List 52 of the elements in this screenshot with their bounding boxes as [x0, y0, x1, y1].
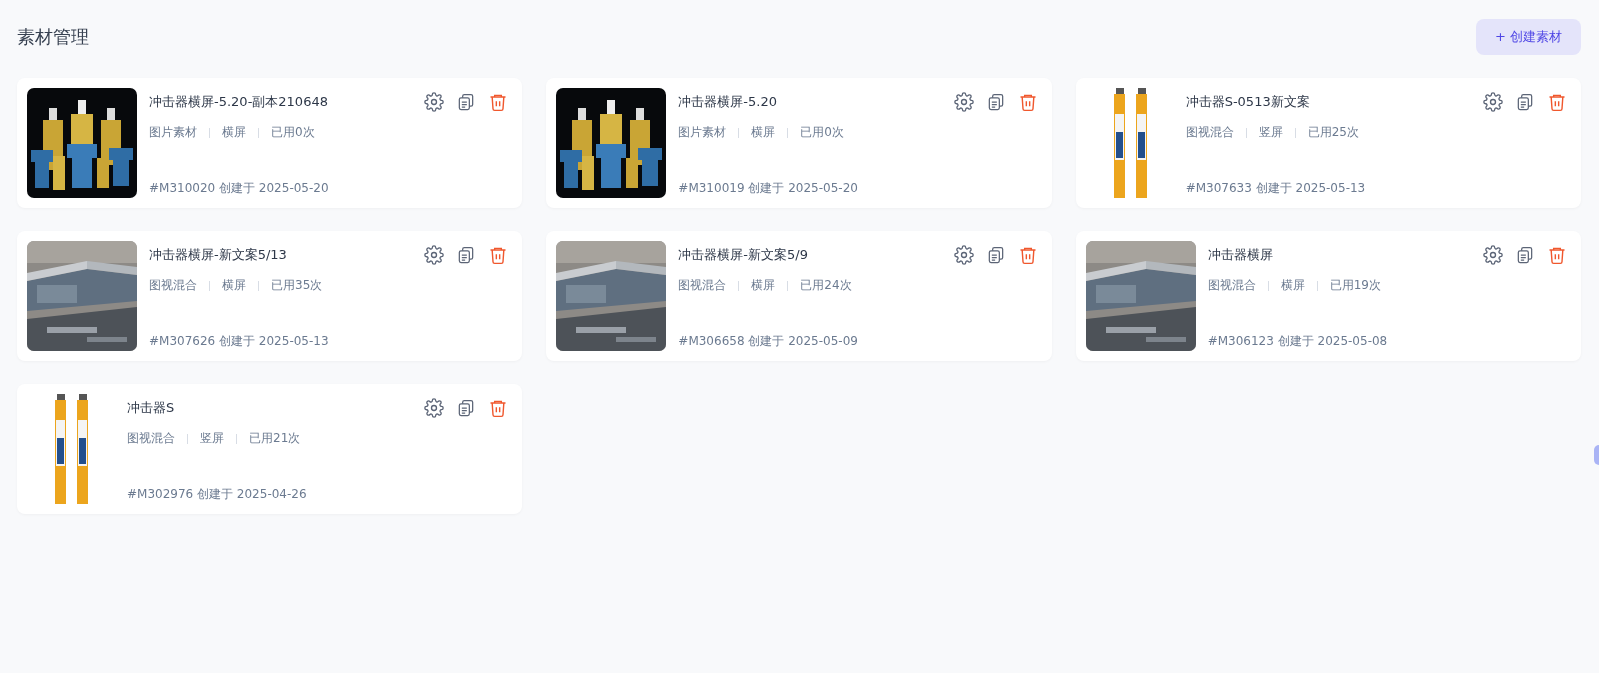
meta-text: 图视混合	[678, 277, 727, 294]
meta-text: 图视混合	[149, 277, 197, 294]
meta-text: 横屏	[222, 277, 246, 294]
card-title: 冲击器横屏	[1207, 246, 1273, 264]
card-title: 冲击器横屏-5.20	[678, 93, 777, 111]
side-handle[interactable]	[1594, 445, 1599, 465]
meta-text: 图视混合	[1185, 124, 1234, 141]
card-footer: #M306123 创建于 2025-05-08	[1207, 333, 1571, 350]
card-title: 冲击器S-0513新文案	[1185, 93, 1310, 111]
meta-text: 图视混合	[127, 430, 175, 447]
meta-text: 横屏	[1280, 277, 1305, 294]
meta-text: 图片素材	[678, 124, 727, 141]
settings-icon[interactable]	[424, 398, 445, 418]
copy-icon[interactable]	[1515, 245, 1535, 265]
settings-icon[interactable]	[424, 92, 445, 112]
settings-icon[interactable]	[953, 245, 974, 265]
meta-text: 竖屏	[200, 430, 224, 447]
trash-icon[interactable]	[1547, 245, 1567, 265]
trash-icon[interactable]	[1547, 92, 1567, 112]
meta-text: 横屏	[751, 124, 776, 141]
meta-text: 已用24次	[800, 277, 852, 294]
meta-text: 已用0次	[271, 124, 315, 141]
meta-text: 横屏	[222, 124, 246, 141]
settings-icon[interactable]	[953, 92, 974, 112]
card-footer: #M306658 创建于 2025-05-09	[678, 333, 1042, 350]
meta-text: 图片素材	[149, 124, 197, 141]
card-footer: #M302976 创建于 2025-04-26	[127, 486, 513, 503]
trash-icon[interactable]	[488, 92, 509, 112]
meta-text: 已用21次	[249, 430, 301, 447]
card-title: 冲击器横屏-新文案5/9	[678, 246, 808, 264]
settings-icon[interactable]	[1483, 92, 1503, 112]
page-title: 素材管理	[17, 25, 89, 49]
meta-text: 已用35次	[271, 277, 323, 294]
create-button[interactable]: + 创建素材	[1475, 19, 1581, 55]
card-footer: #M307633 创建于 2025-05-13	[1185, 180, 1571, 197]
trash-icon[interactable]	[488, 398, 509, 418]
trash-icon[interactable]	[488, 245, 509, 265]
meta-text: 已用0次	[800, 124, 844, 141]
card-footer: #M307626 创建于 2025-05-13	[149, 333, 513, 350]
meta-text: 竖屏	[1258, 124, 1283, 141]
meta-text: 图视混合	[1207, 277, 1256, 294]
settings-icon[interactable]	[1483, 245, 1503, 265]
card-footer: #M310019 创建于 2025-05-20	[678, 180, 1042, 197]
meta-text: 横屏	[751, 277, 776, 294]
settings-icon[interactable]	[424, 245, 445, 265]
card-footer: #M310020 创建于 2025-05-20	[149, 180, 513, 197]
card-title: 冲击器S	[127, 399, 175, 417]
card-title: 冲击器横屏-新文案5/13	[149, 246, 287, 264]
meta-text: 已用19次	[1329, 277, 1381, 294]
card-title: 冲击器横屏-5.20-副本210648	[149, 93, 328, 111]
meta-text: 已用25次	[1307, 124, 1359, 141]
copy-icon[interactable]	[1515, 92, 1535, 112]
